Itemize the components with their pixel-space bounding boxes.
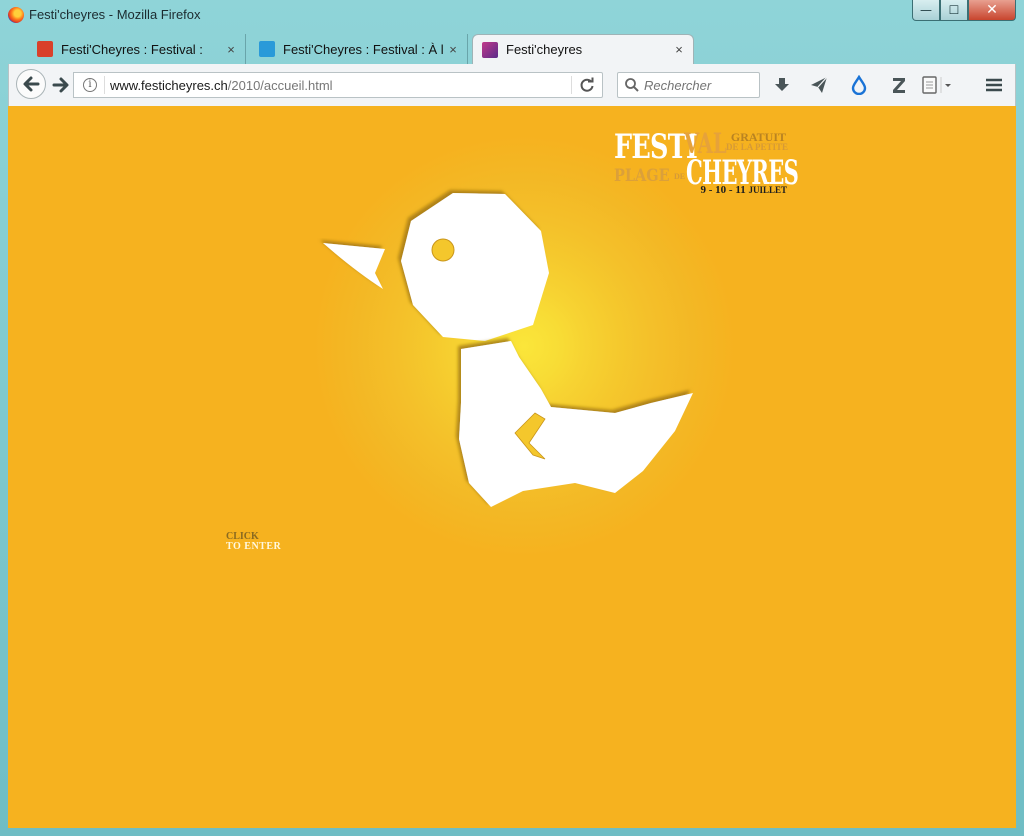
search-bar[interactable] [617,72,760,98]
arrow-left-icon [23,76,40,92]
url-host: www.festicheyres.ch [110,78,228,93]
tab-close-icon[interactable]: × [443,42,463,57]
tab-favicon-icon [482,41,498,58]
close-window-button[interactable]: ✕ [968,0,1016,21]
tab-strip: Festi'Cheyres : Festival : × Festi'Cheyr… [0,32,1024,90]
tab-label: Festi'Cheyres : Festival : [61,41,203,57]
enter-splash-link[interactable]: FESTI VAL GRATUIT DE LA PETITE PLAGE DE … [223,121,802,554]
close-icon: ✕ [986,2,998,18]
back-button[interactable] [16,69,46,99]
festival-logo: FESTI VAL GRATUIT DE LA PETITE PLAGE DE … [614,127,799,197]
duck-body [459,341,693,507]
firefox-logo-icon [8,7,24,23]
tab-label: Festi'cheyres [506,42,583,57]
url-divider [571,76,572,94]
page-content: FESTI VAL GRATUIT DE LA PETITE PLAGE DE … [8,106,1016,828]
reader-icon[interactable] [921,75,955,95]
logo-plage: PLAGE [614,166,670,186]
maximize-button[interactable]: ☐ [940,0,968,21]
menu-icon[interactable] [984,75,1004,95]
tab-festicheyres-active[interactable]: Festi'cheyres × [472,34,694,64]
arrow-right-icon [52,77,69,93]
window-title: Festi'cheyres - Mozilla Firefox [29,7,201,22]
download-icon[interactable] [772,75,792,95]
url-divider [104,76,105,94]
logo-de: DE [674,172,686,181]
send-icon[interactable] [809,75,829,95]
minimize-button[interactable]: — [912,0,940,21]
info-icon[interactable]: i [83,78,97,92]
dates-month: JUILLET [748,185,787,195]
tab-label: Festi'Cheyres : Festival : À l'... [283,41,443,57]
title-bar: Festi'cheyres - Mozilla Firefox — ☐ ✕ [0,0,1024,32]
maximize-icon: ☐ [948,3,960,17]
duck-head [401,193,549,341]
url-text[interactable]: www.festicheyres.ch/2010/accueil.html [110,78,333,93]
url-path: /2010/accueil.html [227,78,333,93]
duck-eye [431,238,455,262]
browser-window: Festi'cheyres - Mozilla Firefox — ☐ ✕ Fe… [0,0,1024,836]
tab-favicon-icon [37,41,53,57]
search-icon [625,78,639,92]
window-controls: — ☐ ✕ [912,0,1016,21]
url-bar[interactable]: i www.festicheyres.ch/2010/accueil.html [73,72,603,98]
click-line-2: TO ENTER [226,541,282,552]
dates-days: 9 - 10 - 11 [700,184,746,196]
reload-icon[interactable] [578,76,596,94]
tab-favicon-icon [259,41,275,57]
click-to-enter-link[interactable]: CLICK TO ENTER [226,532,281,552]
tab-close-icon[interactable]: × [669,42,689,57]
drop-icon[interactable] [849,75,869,95]
navigation-bar: i www.festicheyres.ch/2010/accueil.html [8,64,1016,106]
forward-button[interactable] [50,74,72,96]
zotero-icon[interactable] [889,75,909,95]
tab-festicheyres-festival[interactable]: Festi'Cheyres : Festival : × [28,34,246,64]
logo-de-la-petite: DE LA PETITE [725,142,788,152]
festival-dates: 9 - 10 - 11 JUILLET [701,184,788,196]
duck-beak [323,243,385,289]
search-input[interactable] [644,76,754,94]
tab-festicheyres-festival-a[interactable]: Festi'Cheyres : Festival : À l'... × [250,34,468,64]
tab-close-icon[interactable]: × [221,42,241,57]
minimize-icon: — [920,3,932,17]
